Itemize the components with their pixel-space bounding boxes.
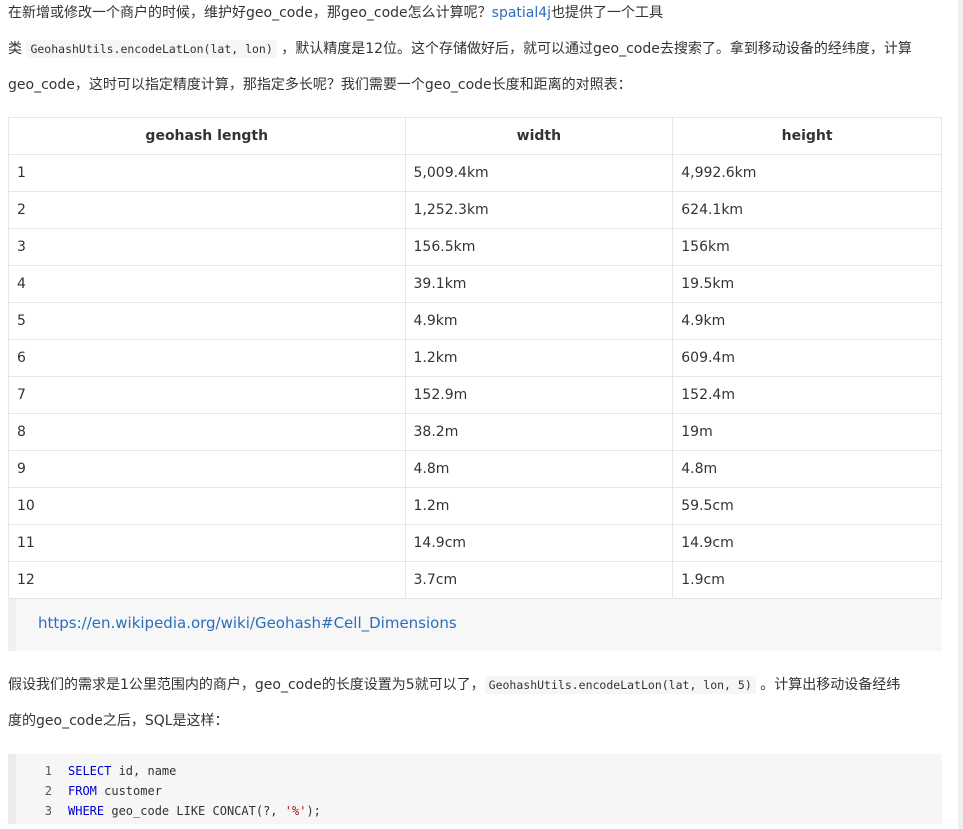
cell-height: 4.8m <box>672 450 942 488</box>
table-row: 6 1.2km 609.4m <box>8 339 942 377</box>
para2-prefix: 假设我们的需求是1公里范围内的商户，geo_code的长度设置为5就可以了， <box>8 677 485 693</box>
cell-width: 3.7cm <box>404 561 674 599</box>
cell-width: 39.1km <box>404 265 674 303</box>
cell-height: 19m <box>672 413 942 451</box>
cell-geohash-length: 12 <box>8 561 406 599</box>
sql-code-block: 1 SELECT id, name 2 FROM customer 3 WHERE geo… <box>8 754 942 824</box>
code-line: 3 WHERE geo_code LIKE CONCAT(?, '%'); <box>16 801 321 821</box>
intro-line3: geo_code，这时可以指定精度计算，那指定多长呢？我们需要一个geo_cod… <box>8 77 632 93</box>
line-number: 3 <box>44 804 52 818</box>
code-text: id, name <box>111 764 177 778</box>
intro-paragraph: 在新增或修改一个商户的时候，维护好geo_code，那geo_code怎么计算呢… <box>8 0 942 103</box>
cell-width: 14.9cm <box>404 524 674 562</box>
reference-quote: https://en.wikipedia.org/wiki/Geohash#Ce… <box>8 599 942 651</box>
sql-keyword: SELECT <box>68 764 112 778</box>
cell-geohash-length: 5 <box>8 302 406 340</box>
code-text: customer <box>96 784 162 798</box>
inline-code-encode-5: GeohashUtils.encodeLatLon(lat, lon, 5) <box>484 676 756 694</box>
cell-width: 4.8m <box>404 450 674 488</box>
cell-height: 59.5cm <box>672 487 942 525</box>
cell-geohash-length: 9 <box>8 450 406 488</box>
header-geohash-length: geohash length <box>8 117 406 155</box>
intro-line1-text: 在新增或修改一个商户的时候，维护好geo_code，那geo_code怎么计算呢… <box>8 5 492 21</box>
cell-height: 624.1km <box>672 191 942 229</box>
cell-geohash-length: 8 <box>8 413 406 451</box>
cell-width: 1.2km <box>404 339 674 377</box>
intro-line2-prefix: 类 <box>8 41 27 57</box>
cell-width: 4.9km <box>404 302 674 340</box>
table-row: 7 152.9m 152.4m <box>8 376 942 414</box>
cell-height: 4,992.6km <box>672 154 942 192</box>
table-row: 2 1,252.3km 624.1km <box>8 191 942 229</box>
cell-height: 609.4m <box>672 339 942 377</box>
cell-width: 1.2m <box>404 487 674 525</box>
geohash-dimensions-table: geohash length width height 1 5,009.4km 4,… <box>8 117 942 599</box>
cell-geohash-length: 7 <box>8 376 406 414</box>
wikipedia-geohash-link[interactable]: https://en.wikipedia.org/wiki/Geohash#Ce… <box>38 614 457 632</box>
sql-keyword: WHERE <box>68 804 105 818</box>
table-row: 9 4.8m 4.8m <box>8 450 942 488</box>
para2-suffix: 。计算出移动设备经纬 <box>755 677 901 693</box>
para2-line2: 度的geo_code之后，SQL是这样： <box>8 713 229 729</box>
line-number: 2 <box>44 784 52 798</box>
intro-line1-suffix: 也提供了一个工具 <box>551 5 664 21</box>
cell-height: 1.9cm <box>672 561 942 599</box>
cell-height: 19.5km <box>672 265 942 303</box>
cell-height: 4.9km <box>672 302 942 340</box>
table-body: 1 5,009.4km 4,992.6km 2 1,252.3km 624.1km 3 156… <box>8 154 942 599</box>
code-line: 2 FROM customer <box>16 781 162 801</box>
table-row: 12 3.7cm 1.9cm <box>8 561 942 599</box>
cell-width: 152.9m <box>404 376 674 414</box>
cell-height: 156km <box>672 228 942 266</box>
requirement-paragraph: 假设我们的需求是1公里范围内的商户，geo_code的长度设置为5就可以了， Ge… <box>8 667 942 739</box>
sql-keyword: FROM <box>68 784 97 798</box>
cell-geohash-length: 4 <box>8 265 406 303</box>
code-line: 1 SELECT id, name <box>16 761 177 781</box>
cell-geohash-length: 1 <box>8 154 406 192</box>
spatial4j-link[interactable]: spatial4j <box>492 5 551 21</box>
sql-string: '%' <box>284 804 307 818</box>
table-row: 1 5,009.4km 4,992.6km <box>8 154 942 192</box>
table-row: 4 39.1km 19.5km <box>8 265 942 303</box>
cell-width: 156.5km <box>404 228 674 266</box>
cell-height: 14.9cm <box>672 524 942 562</box>
table-row: 10 1.2m 59.5cm <box>8 487 942 525</box>
intro-line2-suffix: ，默认精度是12位。这个存储做好后，就可以通过geo_code去搜索了。拿到移动… <box>276 41 912 57</box>
cell-geohash-length: 3 <box>8 228 406 266</box>
code-text: geo_code LIKE CONCAT(?, <box>104 804 285 818</box>
cell-geohash-length: 6 <box>8 339 406 377</box>
article-content: 在新增或修改一个商户的时候，维护好geo_code，那geo_code怎么计算呢… <box>8 0 942 824</box>
cell-height: 152.4m <box>672 376 942 414</box>
code-text-tail: ); <box>306 804 321 818</box>
header-height: height <box>672 117 942 155</box>
table-header-row: geohash length width height <box>8 117 942 155</box>
cell-geohash-length: 11 <box>8 524 406 562</box>
table-row: 8 38.2m 19m <box>8 413 942 451</box>
cell-width: 38.2m <box>404 413 674 451</box>
header-width: width <box>404 117 674 155</box>
line-number: 1 <box>44 764 52 778</box>
table-row: 11 14.9cm 14.9cm <box>8 524 942 562</box>
cell-width: 5,009.4km <box>404 154 674 192</box>
inline-code-encode: GeohashUtils.encodeLatLon(lat, lon) <box>26 40 277 58</box>
table-row: 3 156.5km 156km <box>8 228 942 266</box>
cell-geohash-length: 10 <box>8 487 406 525</box>
cell-geohash-length: 2 <box>8 191 406 229</box>
cell-width: 1,252.3km <box>404 191 674 229</box>
page-scrollbar[interactable] <box>958 0 963 829</box>
table-row: 5 4.9km 4.9km <box>8 302 942 340</box>
